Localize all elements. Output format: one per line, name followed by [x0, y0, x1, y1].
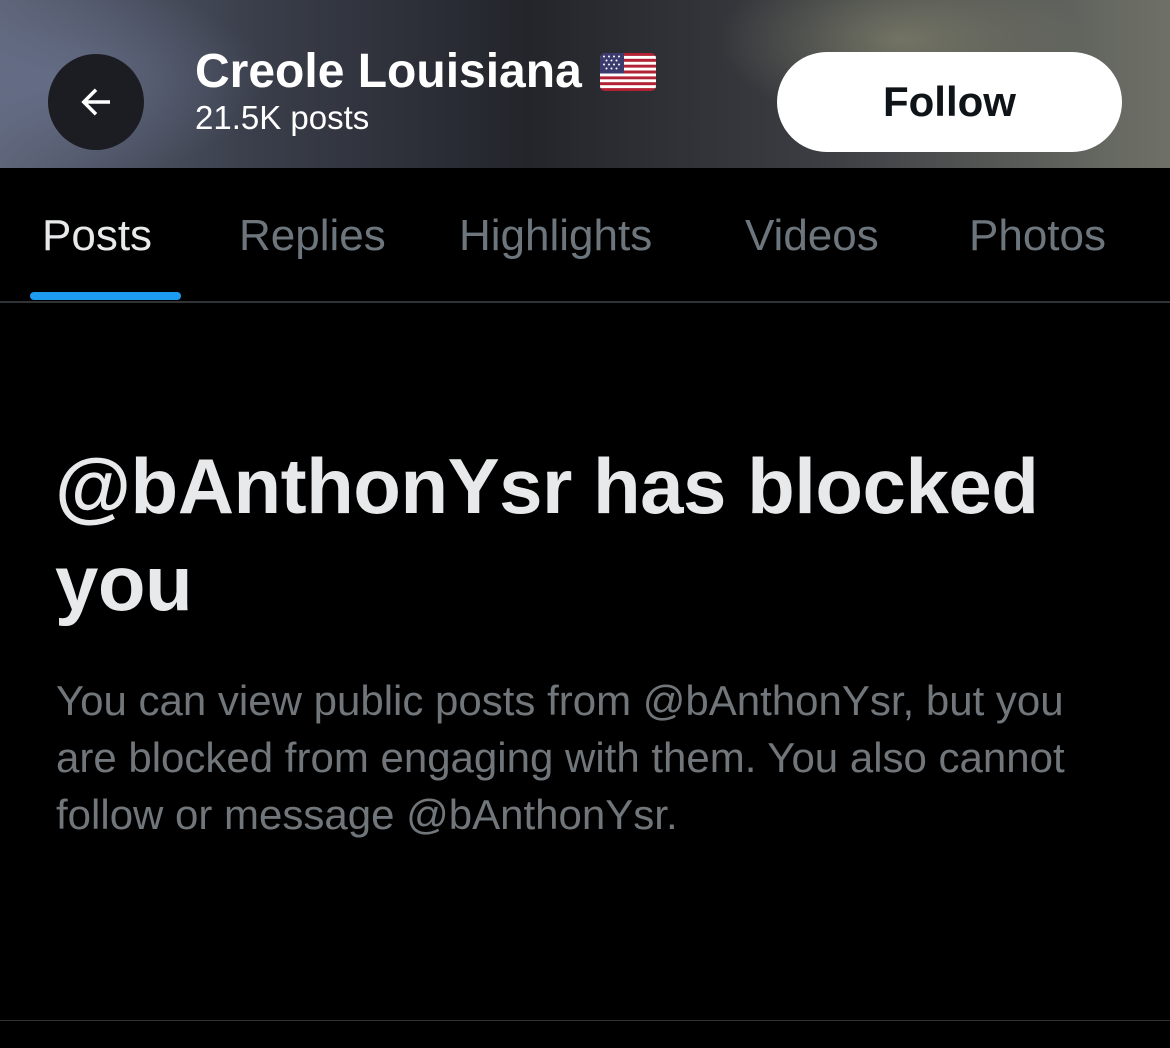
active-tab-indicator	[30, 292, 181, 300]
post-count: 21.5K posts	[195, 99, 370, 136]
bottom-divider	[0, 1020, 1170, 1021]
follow-button[interactable]: Follow	[777, 52, 1122, 152]
profile-name: Creole Louisiana	[195, 45, 582, 98]
profile-tabs: Posts Replies Highlights Videos Photos	[0, 168, 1170, 302]
blocked-description: You can view public posts from @bAnthonY…	[56, 677, 1065, 838]
tab-photos[interactable]: Photos	[969, 210, 1106, 262]
back-button[interactable]	[48, 54, 144, 150]
profile-header-banner: Creole Louisiana 21.5K posts Follow	[0, 0, 1170, 168]
arrow-left-icon	[81, 88, 110, 116]
tabs-divider	[0, 301, 1170, 303]
profile-name-row: Creole Louisiana	[195, 44, 656, 100]
blocked-heading: @bAnthonYsr has blocked you	[55, 442, 1039, 627]
tab-videos[interactable]: Videos	[745, 210, 879, 262]
us-flag-icon	[599, 53, 656, 91]
tab-posts[interactable]: Posts	[42, 210, 152, 262]
tab-replies[interactable]: Replies	[239, 210, 386, 262]
tab-highlights[interactable]: Highlights	[459, 210, 652, 262]
